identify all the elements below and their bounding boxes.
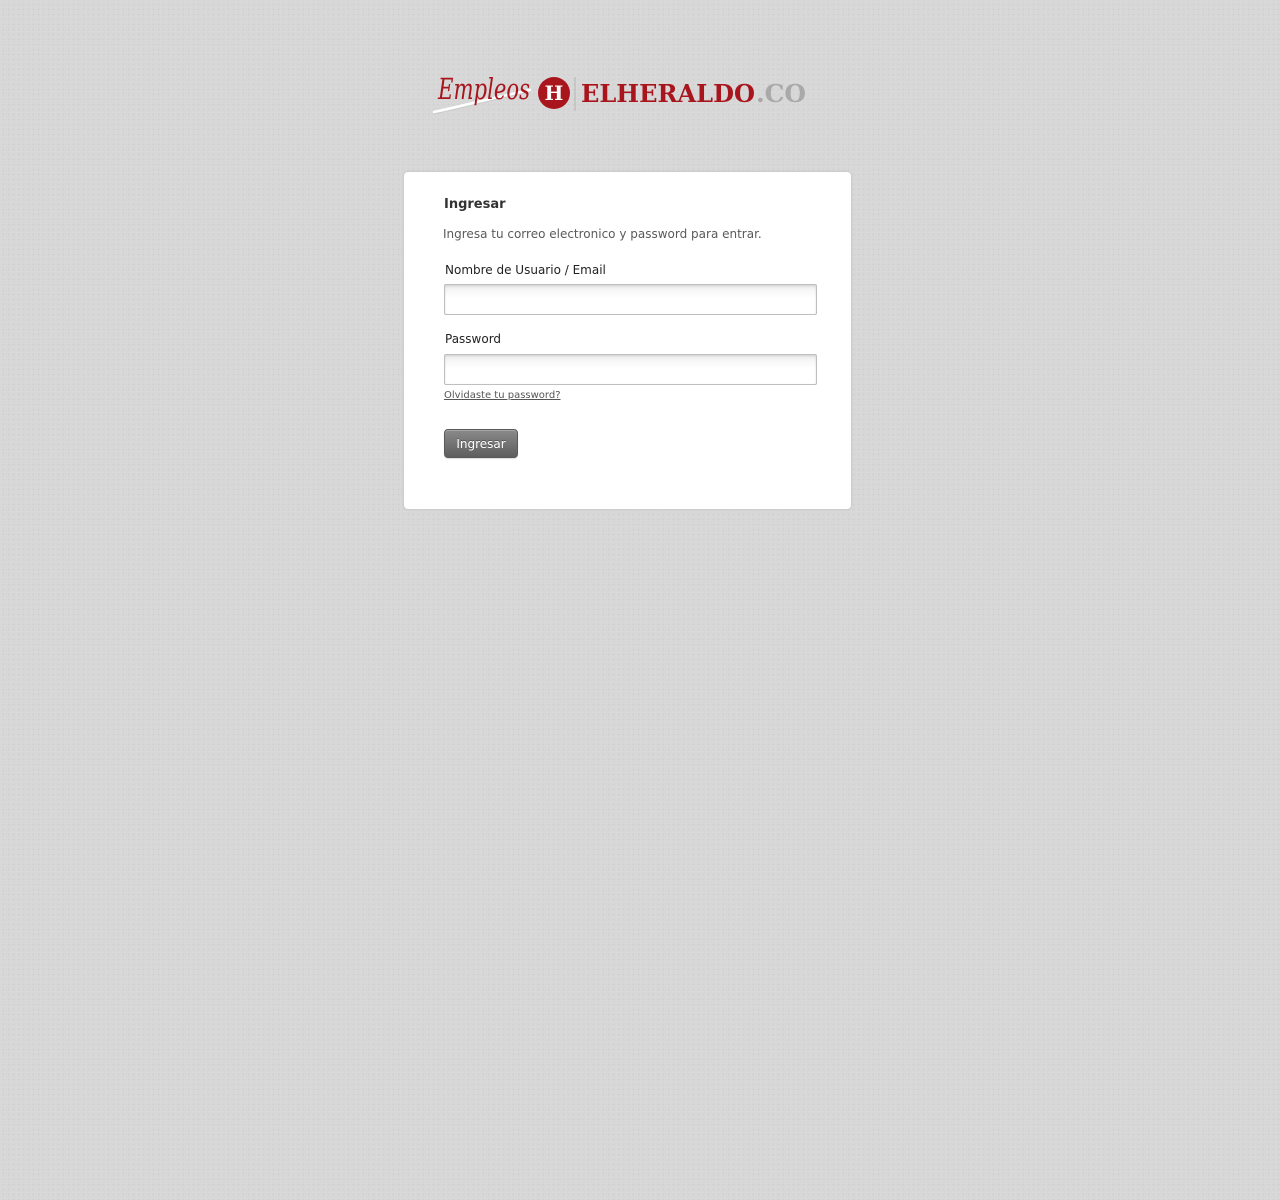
- logo-brand-name: ELHERALDO: [581, 79, 755, 108]
- forgot-password-link[interactable]: Olvidaste tu password?: [444, 390, 561, 401]
- logo-domain-suffix: .CO: [756, 79, 806, 108]
- logo-graphic: Empleos H ELHERALDO .CO: [432, 72, 806, 115]
- password-input[interactable]: [444, 354, 817, 385]
- login-submit-button[interactable]: Ingresar: [444, 429, 518, 458]
- username-label: Nombre de Usuario / Email: [445, 263, 606, 277]
- login-title: Ingresar: [444, 197, 506, 212]
- username-input[interactable]: [444, 284, 817, 315]
- logo-emblem-letter: H: [545, 81, 564, 105]
- site-logo[interactable]: Empleos H ELHERALDO .CO: [432, 68, 812, 122]
- logo-script-word: Empleos: [437, 72, 530, 106]
- password-label: Password: [445, 332, 502, 346]
- login-card: Ingresar Ingresa tu correo electronico y…: [403, 171, 852, 510]
- login-intro: Ingresa tu correo electronico y password…: [443, 227, 762, 241]
